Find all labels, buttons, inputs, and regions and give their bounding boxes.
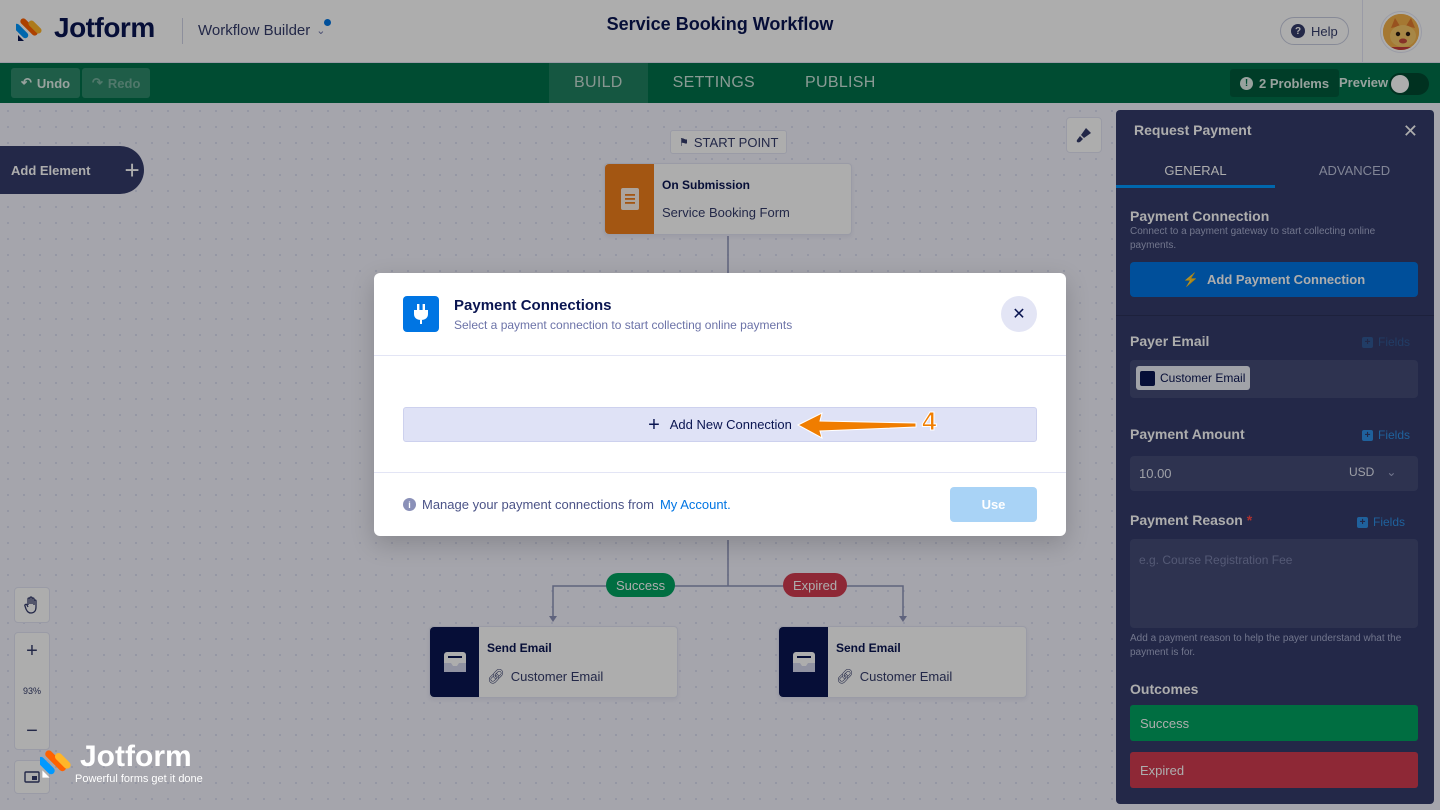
step-number-label: 4 bbox=[921, 406, 937, 437]
step-annotation-arrow bbox=[796, 412, 917, 440]
